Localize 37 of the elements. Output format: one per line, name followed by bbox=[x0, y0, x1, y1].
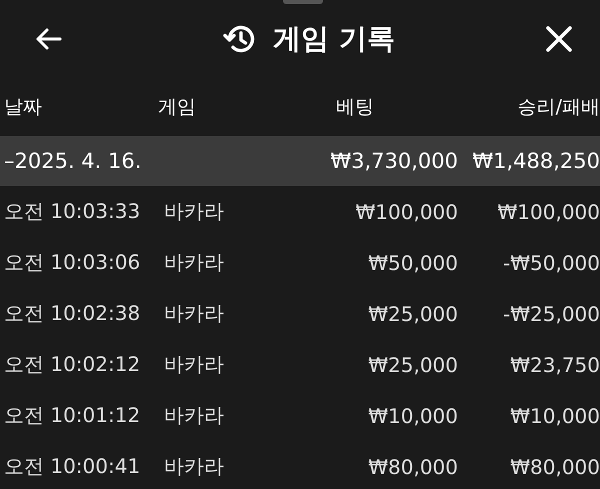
result-cell-text: -₩25,000 bbox=[502, 302, 600, 326]
date-group-row[interactable]: –2025. 4. 16. ₩3,730,000 ₩1,488,250 bbox=[0, 136, 600, 186]
back-arrow-icon[interactable] bbox=[34, 27, 62, 51]
history-icon bbox=[223, 24, 256, 54]
time-cell-text: 오전 10:03:33 bbox=[4, 198, 142, 225]
bet-cell-text: ₩25,000 bbox=[367, 352, 458, 376]
result-cell-text: ₩10,000 bbox=[509, 404, 600, 428]
column-header: 날짜 bbox=[4, 95, 43, 120]
column-header: 게임 bbox=[157, 95, 197, 120]
total-bet: ₩3,730,000 bbox=[329, 149, 458, 173]
game-cell-text: 바카라 bbox=[163, 453, 225, 480]
column-header: 승리/패배 bbox=[516, 95, 600, 120]
drag-handle[interactable] bbox=[283, 0, 323, 4]
game-cell-text: 바카라 bbox=[163, 198, 225, 225]
game-cell-text: 바카라 bbox=[163, 300, 225, 327]
window-title: 게임 기록 bbox=[273, 21, 395, 57]
time-cell-text: 오전 10:02:12 bbox=[4, 351, 142, 378]
result-cell-text: ₩80,000 bbox=[509, 454, 600, 478]
bet-cell-text: ₩100,000 bbox=[354, 200, 458, 224]
close-icon[interactable] bbox=[546, 26, 572, 52]
result-cell-text: ₩23,750 bbox=[509, 352, 600, 376]
bet-cell-text: ₩50,000 bbox=[367, 250, 458, 274]
bet-cell-text: ₩10,000 bbox=[367, 404, 458, 428]
time-cell-text: 오전 10:02:38 bbox=[4, 300, 142, 327]
time-cell-text: 오전 10:03:06 bbox=[4, 249, 142, 276]
result-cell-text: ₩100,000 bbox=[496, 200, 600, 224]
result-cell-text: -₩50,000 bbox=[502, 250, 600, 274]
time-cell-text: 오전 10:01:12 bbox=[4, 402, 142, 429]
bet-cell-text: ₩80,000 bbox=[367, 454, 458, 478]
column-header: 베팅 bbox=[335, 95, 375, 120]
game-cell-text: 바카라 bbox=[163, 351, 225, 378]
game-cell-text: 바카라 bbox=[163, 249, 225, 276]
total-result: ₩1,488,250 bbox=[471, 149, 600, 173]
bet-cell-text: ₩25,000 bbox=[367, 302, 458, 326]
time-cell-text: 오전 10:00:41 bbox=[4, 453, 142, 480]
game-cell-text: 바카라 bbox=[163, 402, 225, 429]
group-date: –2025. 4. 16. bbox=[4, 149, 142, 173]
